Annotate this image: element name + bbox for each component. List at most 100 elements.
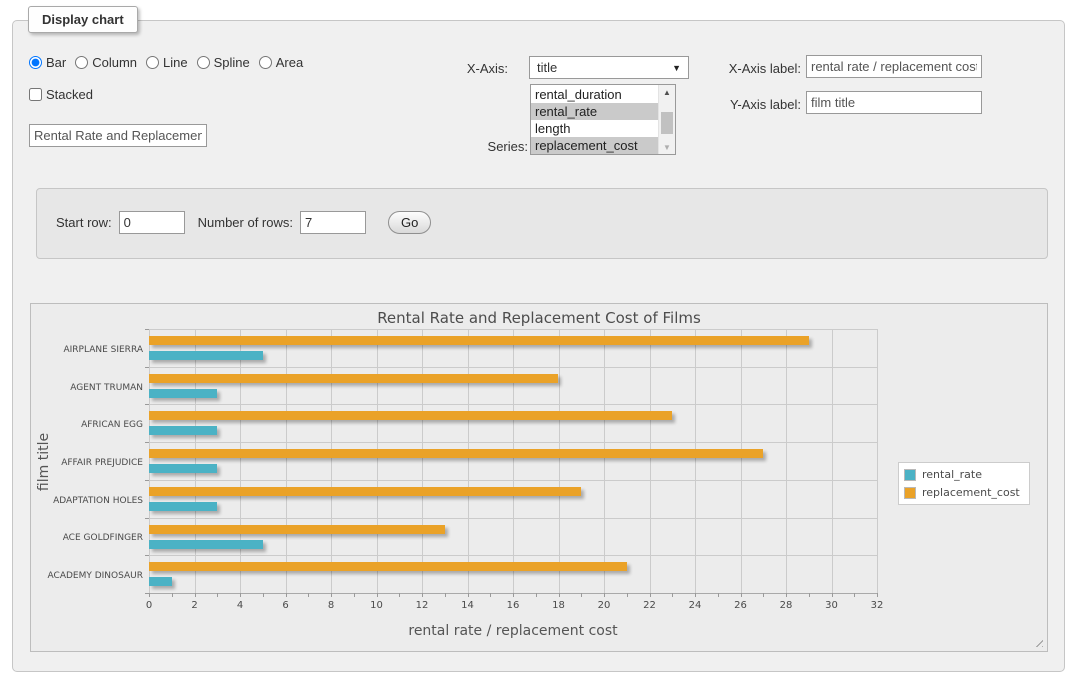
x-tick-label: 10 <box>370 600 383 611</box>
x-axis-select[interactable]: title ▼ <box>529 56 689 79</box>
bar-rental_rate <box>149 502 217 511</box>
x-axis-label-field-label: X-Axis label: <box>710 61 801 76</box>
go-button[interactable]: Go <box>388 211 431 234</box>
chart-type-option-spline[interactable]: Spline <box>197 55 250 70</box>
gridline-vertical <box>877 329 878 593</box>
gridline-vertical <box>468 329 469 593</box>
row-range-panel: Start row: Number of rows: Go <box>36 188 1048 259</box>
category-label: ACE GOLDFINGER <box>23 533 143 543</box>
stacked-option[interactable]: Stacked <box>29 87 93 102</box>
y-axis-tick <box>145 442 149 443</box>
scroll-down-icon[interactable]: ▼ <box>659 140 675 154</box>
bar-replacement_cost <box>149 562 627 571</box>
x-axis-tick <box>718 593 719 597</box>
chart-type-option-bar[interactable]: Bar <box>29 55 66 70</box>
legend-swatch-icon <box>904 487 916 499</box>
x-tick-label: 16 <box>507 600 520 611</box>
y-axis-tick <box>145 404 149 405</box>
chart-x-axis-title: rental rate / replacement cost <box>149 623 877 639</box>
x-tick-label: 26 <box>734 600 747 611</box>
x-axis-tick <box>422 593 423 597</box>
start-row-input[interactable] <box>119 211 185 234</box>
category-label: AIRPLANE SIERRA <box>23 345 143 355</box>
chart-type-radio-bar[interactable] <box>29 56 42 69</box>
chart-type-label: Bar <box>46 55 66 70</box>
gridline-vertical <box>331 329 332 593</box>
x-axis-tick <box>536 593 537 597</box>
x-axis-label-input[interactable] <box>806 55 982 78</box>
gridline-vertical <box>149 329 150 593</box>
bar-rental_rate <box>149 426 217 435</box>
series-option-length[interactable]: length <box>531 120 658 137</box>
x-axis-tick <box>581 593 582 597</box>
resize-handle-icon[interactable] <box>1032 636 1043 647</box>
x-axis-tick <box>763 593 764 597</box>
scroll-up-icon[interactable]: ▲ <box>659 85 675 99</box>
chart-type-label: Column <box>92 55 137 70</box>
chart-type-option-line[interactable]: Line <box>146 55 188 70</box>
x-tick-label: 0 <box>146 600 152 611</box>
gridline-vertical <box>695 329 696 593</box>
bar-rental_rate <box>149 540 263 549</box>
x-axis-tick <box>672 593 673 597</box>
y-axis-tick <box>145 593 149 594</box>
legend-label: replacement_cost <box>922 486 1020 499</box>
chart-type-option-column[interactable]: Column <box>75 55 137 70</box>
y-axis-tick <box>145 329 149 330</box>
series-scrollbar[interactable]: ▲ ▼ <box>658 85 675 154</box>
chart-type-radio-area[interactable] <box>259 56 272 69</box>
gridline-vertical <box>513 329 514 593</box>
chart-type-radio-line[interactable] <box>146 56 159 69</box>
series-option-rental_duration[interactable]: rental_duration <box>531 86 658 103</box>
gridline-vertical <box>240 329 241 593</box>
gridline-horizontal <box>149 329 877 330</box>
x-tick-label: 24 <box>689 600 702 611</box>
x-tick-label: 20 <box>598 600 611 611</box>
x-axis-tick <box>377 593 378 597</box>
x-axis-tick <box>832 593 833 597</box>
chart-title: Rental Rate and Replacement Cost of Film… <box>31 309 1047 327</box>
stacked-checkbox[interactable] <box>29 88 42 101</box>
x-axis-tick <box>286 593 287 597</box>
x-tick-label: 12 <box>416 600 429 611</box>
x-axis-tick <box>786 593 787 597</box>
legend-label: rental_rate <box>922 468 982 481</box>
series-listbox[interactable]: rental_durationrental_ratelengthreplacem… <box>530 84 676 155</box>
y-axis-label-input[interactable] <box>806 91 982 114</box>
chart-title-input[interactable] <box>29 124 207 147</box>
scrollbar-thumb[interactable] <box>661 112 673 134</box>
x-axis-tick <box>741 593 742 597</box>
x-axis-tick <box>490 593 491 597</box>
x-axis-tick <box>308 593 309 597</box>
series-select-label: Series: <box>440 139 528 154</box>
x-axis-tick <box>331 593 332 597</box>
num-rows-input[interactable] <box>300 211 366 234</box>
x-axis-tick <box>650 593 651 597</box>
gridline-horizontal <box>149 404 877 405</box>
chart-type-label: Spline <box>214 55 250 70</box>
series-option-replacement_cost[interactable]: replacement_cost <box>531 137 658 154</box>
bar-replacement_cost <box>149 336 809 345</box>
x-tick-label: 8 <box>328 600 334 611</box>
bar-rental_rate <box>149 464 217 473</box>
x-axis-tick <box>604 593 605 597</box>
y-axis-tick <box>145 367 149 368</box>
x-tick-label: 28 <box>780 600 793 611</box>
x-axis-tick <box>172 593 173 597</box>
x-axis-tick <box>399 593 400 597</box>
legend-item-rental_rate: rental_rate <box>904 468 1020 481</box>
stacked-row: Stacked <box>29 87 93 102</box>
chart-type-radio-column[interactable] <box>75 56 88 69</box>
y-axis-tick <box>145 518 149 519</box>
x-tick-label: 22 <box>643 600 656 611</box>
chart-type-radio-spline[interactable] <box>197 56 210 69</box>
bar-replacement_cost <box>149 525 445 534</box>
chart-type-option-area[interactable]: Area <box>259 55 303 70</box>
series-options: rental_durationrental_ratelengthreplacem… <box>531 86 658 154</box>
legend-item-replacement_cost: replacement_cost <box>904 486 1020 499</box>
series-option-rental_rate[interactable]: rental_rate <box>531 103 658 120</box>
x-axis-tick <box>217 593 218 597</box>
x-axis-tick <box>445 593 446 597</box>
x-axis-tick <box>354 593 355 597</box>
bar-rental_rate <box>149 577 172 586</box>
